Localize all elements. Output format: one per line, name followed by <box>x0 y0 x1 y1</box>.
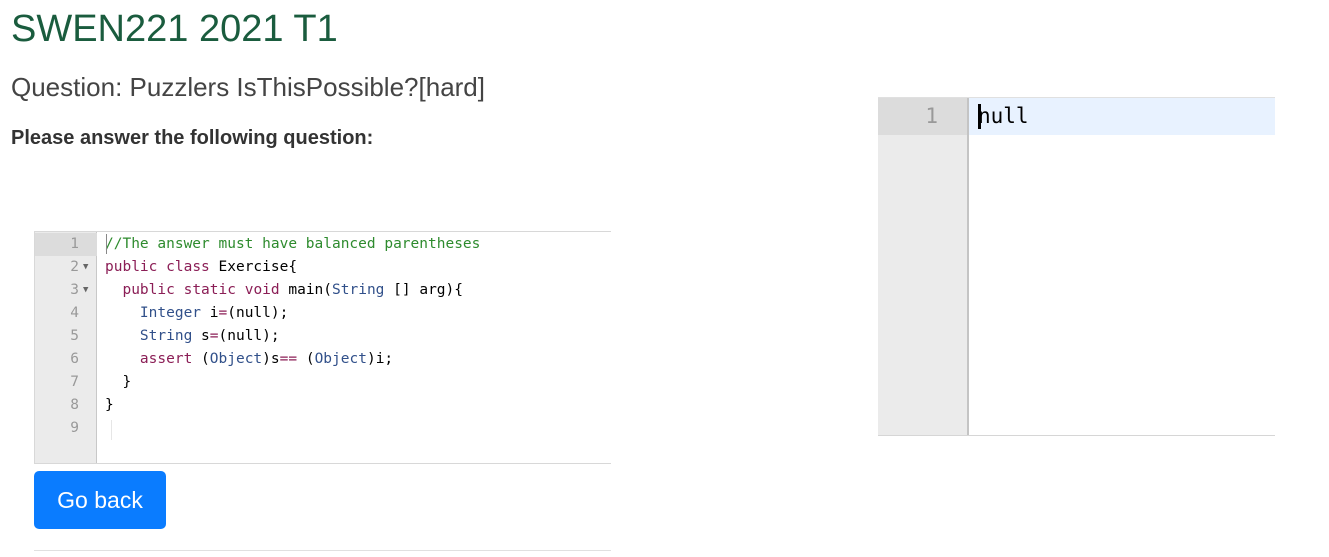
code-token: static <box>183 282 236 298</box>
code-token: String <box>139 328 193 344</box>
code-token: main( <box>279 282 333 298</box>
go-back-button[interactable]: Go back <box>34 471 166 529</box>
code-token: } <box>105 374 132 390</box>
question-code-editor[interactable]: 1 2 ▼ 3 ▼ 4 5 6 7 8 9 //The answer must have balan… <box>34 231 611 464</box>
indent-guide <box>111 420 112 440</box>
code-token: == <box>279 351 298 367</box>
code-line: public class Exercise{ <box>105 256 297 279</box>
code-token: Object <box>209 351 263 367</box>
code-token: } <box>105 397 114 413</box>
code-line: } <box>105 371 131 394</box>
code-token: public <box>105 259 158 275</box>
code-line: Integer i=(null); <box>105 302 288 325</box>
question-title: Question: Puzzlers IsThisPossible?[hard] <box>11 72 485 102</box>
code-token: = <box>209 328 219 344</box>
answer-gutter: 1 <box>878 98 969 435</box>
line-number: 3 <box>70 282 79 298</box>
code-token: s <box>192 328 210 344</box>
line-number: 1 <box>70 236 79 252</box>
code-token: public <box>122 282 175 298</box>
answer-pane: 1 null <box>611 0 1329 557</box>
line-number: 2 <box>70 259 79 275</box>
question-pane: SWEN221 2021 T1 Question: Puzzlers IsThi… <box>0 0 611 557</box>
code-content[interactable]: //The answer must have balanced parenthe… <box>105 232 611 463</box>
text-cursor <box>106 234 107 254</box>
code-token: class <box>166 259 210 275</box>
code-token: ( <box>192 351 210 367</box>
code-gutter: 1 2 ▼ 3 ▼ 4 5 6 7 8 9 <box>35 232 97 463</box>
code-token: (null); <box>227 305 289 321</box>
code-token: void <box>244 282 280 298</box>
instructions-text: Please answer the following question: <box>11 127 374 149</box>
line-number: 5 <box>70 328 79 344</box>
code-token: = <box>218 305 228 321</box>
divider-line <box>34 550 611 551</box>
code-token: ( <box>297 351 315 367</box>
line-number: 1 <box>925 104 938 128</box>
answer-editor[interactable]: 1 null <box>878 97 1275 436</box>
code-token: String <box>332 282 385 298</box>
code-line: //The answer must have balanced parenthe… <box>105 233 480 256</box>
page-title: SWEN221 2021 T1 <box>11 8 338 50</box>
line-number: 7 <box>70 374 79 390</box>
text-cursor <box>978 104 981 129</box>
code-token: Integer <box>139 305 202 321</box>
code-token: Object <box>314 351 367 367</box>
code-token: (null); <box>218 328 280 344</box>
code-token: [] arg){ <box>384 282 463 298</box>
code-line: assert (Object)s== (Object)i; <box>105 348 393 371</box>
code-token: assert <box>139 351 193 367</box>
fold-toggle-icon[interactable]: ▼ <box>83 256 88 279</box>
code-token: //The answer must have balanced parenthe… <box>105 236 481 252</box>
code-line: } <box>105 394 114 417</box>
code-token: Exercise{ <box>209 259 298 275</box>
line-number: 9 <box>70 420 79 436</box>
line-number: 4 <box>70 305 79 321</box>
answer-input[interactable]: null <box>978 98 1029 135</box>
code-line: String s=(null); <box>105 325 280 348</box>
line-number: 6 <box>70 351 79 367</box>
line-number: 8 <box>70 397 79 413</box>
code-token: )i; <box>366 351 394 367</box>
code-line: public static void main(String [] arg){ <box>105 279 463 302</box>
fold-toggle-icon[interactable]: ▼ <box>83 279 88 302</box>
code-token: i <box>201 305 219 321</box>
code-token: )s <box>262 351 280 367</box>
